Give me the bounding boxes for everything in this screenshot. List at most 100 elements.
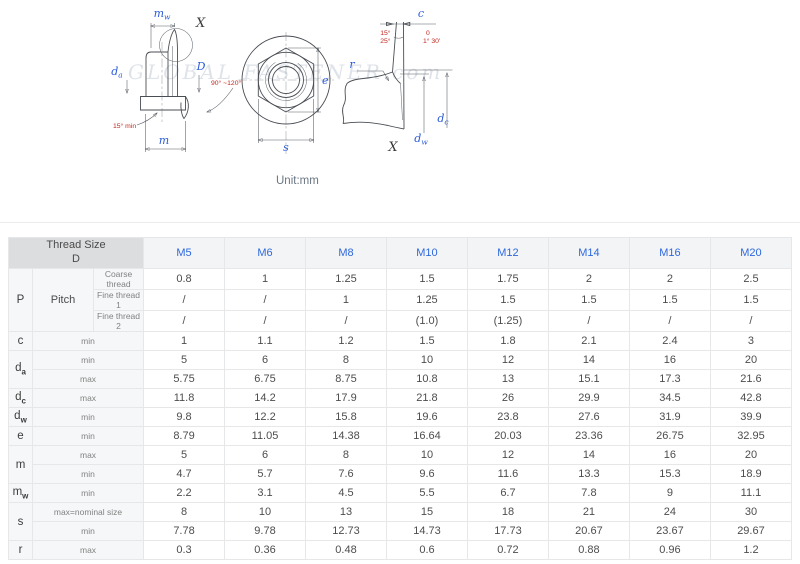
value-cell: 10 [386, 351, 467, 370]
value-cell: / [225, 290, 306, 311]
value-cell: 1.25 [386, 290, 467, 311]
row-sublabel: Coarse thread [94, 269, 144, 290]
value-cell: 0.96 [629, 541, 710, 560]
value-cell: 5.7 [225, 465, 306, 484]
detail-mark-x: X [195, 16, 206, 31]
value-cell: 26 [467, 389, 548, 408]
row-symbol: r [9, 541, 33, 560]
value-cell: 12 [467, 351, 548, 370]
angle-label-right-2: 1° 30' [423, 37, 440, 45]
table-row: rmax0.30.360.480.60.720.880.961.2 [9, 541, 792, 560]
value-cell: 18.9 [710, 465, 791, 484]
table-row: min7.789.7812.7314.7317.7320.6723.6729.6… [9, 522, 792, 541]
section-divider [0, 222, 800, 223]
row-sublabel: min [33, 522, 144, 541]
column-header-m6[interactable]: M6 [225, 238, 306, 269]
row-sublabel: min [33, 484, 144, 503]
value-cell: 8 [144, 503, 225, 522]
value-cell: 20.03 [467, 427, 548, 446]
table-row: cmin11.11.21.51.82.12.43 [9, 332, 792, 351]
row-symbol: dc [9, 389, 33, 408]
value-cell: 14.2 [225, 389, 306, 408]
value-cell: 17.73 [467, 522, 548, 541]
value-cell: 7.8 [548, 484, 629, 503]
row-sublabel: Fine thread 1 [94, 290, 144, 311]
value-cell: / [629, 311, 710, 332]
column-header-m8[interactable]: M8 [306, 238, 387, 269]
flange-nut-drawing-svg: mw X da D 90° ~120° 15° min m [0, 0, 800, 230]
corner-header: Thread Size D [9, 238, 144, 269]
value-cell: 8 [306, 351, 387, 370]
value-cell: 4.7 [144, 465, 225, 484]
value-cell: 30 [710, 503, 791, 522]
spec-table: Thread Size D M5M6M8M10M12M14M16M20 PPit… [8, 237, 792, 560]
value-cell: 32.95 [710, 427, 791, 446]
value-cell: 2.1 [548, 332, 629, 351]
value-cell: 23.8 [467, 408, 548, 427]
value-cell: 16.64 [386, 427, 467, 446]
row-group-label: Pitch [33, 269, 94, 332]
row-symbol: c [9, 332, 33, 351]
value-cell: 9.8 [144, 408, 225, 427]
value-cell: 19.6 [386, 408, 467, 427]
column-header-m16[interactable]: M16 [629, 238, 710, 269]
value-cell: 1.8 [467, 332, 548, 351]
dim-label-mw: mw [154, 7, 171, 22]
table-row: dcmax11.814.217.921.82629.934.542.8 [9, 389, 792, 408]
row-symbol: s [9, 503, 33, 541]
value-cell: 21.8 [386, 389, 467, 408]
column-header-m10[interactable]: M10 [386, 238, 467, 269]
value-cell: 15.3 [629, 465, 710, 484]
value-cell: 29.67 [710, 522, 791, 541]
value-cell: 0.88 [548, 541, 629, 560]
value-cell: 1.1 [225, 332, 306, 351]
value-cell: 20 [710, 446, 791, 465]
column-header-m12[interactable]: M12 [467, 238, 548, 269]
value-cell: 17.3 [629, 370, 710, 389]
value-cell: 23.67 [629, 522, 710, 541]
row-sublabel: min [33, 332, 144, 351]
column-header-m14[interactable]: M14 [548, 238, 629, 269]
column-header-m5[interactable]: M5 [144, 238, 225, 269]
value-cell: 16 [629, 351, 710, 370]
column-header-m20[interactable]: M20 [710, 238, 791, 269]
table-row: PPitchCoarse thread0.811.251.51.75222.5 [9, 269, 792, 290]
value-cell: 1.5 [710, 290, 791, 311]
front-view: mw X da D 90° ~120° 15° min m [111, 7, 241, 152]
angle-label-left-1: 15° [380, 29, 391, 37]
dim-label-s: s [283, 141, 289, 154]
value-cell: 3 [710, 332, 791, 351]
value-cell: 23.36 [548, 427, 629, 446]
value-cell: 9.78 [225, 522, 306, 541]
value-cell: 8.75 [306, 370, 387, 389]
top-view: e s [238, 32, 334, 154]
value-cell: 10 [386, 446, 467, 465]
value-cell: 15 [386, 503, 467, 522]
value-cell: 0.36 [225, 541, 306, 560]
value-cell: 11.6 [467, 465, 548, 484]
value-cell: 1 [144, 332, 225, 351]
value-cell: 0.72 [467, 541, 548, 560]
value-cell: 24 [629, 503, 710, 522]
value-cell: 2 [548, 269, 629, 290]
angle-label-chamfer: 90° ~120° [211, 79, 241, 87]
value-cell: 11.1 [710, 484, 791, 503]
row-symbol: e [9, 427, 33, 446]
value-cell: 5 [144, 351, 225, 370]
detail-view: c 15° 25° 0 1° 30' r dw dc X [343, 7, 453, 155]
unit-label: Unit:mm [276, 175, 319, 187]
value-cell: 13.3 [548, 465, 629, 484]
row-sublabel: max [33, 541, 144, 560]
value-cell: 20.67 [548, 522, 629, 541]
value-cell: 42.8 [710, 389, 791, 408]
value-cell: 15.1 [548, 370, 629, 389]
table-row: Fine thread 2///(1.0)(1.25)/// [9, 311, 792, 332]
value-cell: (1.25) [467, 311, 548, 332]
value-cell: 27.6 [548, 408, 629, 427]
value-cell: 11.8 [144, 389, 225, 408]
value-cell: 1 [306, 290, 387, 311]
value-cell: 1.2 [306, 332, 387, 351]
row-symbol: dw [9, 408, 33, 427]
table-row: dwmin9.812.215.819.623.827.631.939.9 [9, 408, 792, 427]
dim-label-e: e [322, 74, 329, 87]
